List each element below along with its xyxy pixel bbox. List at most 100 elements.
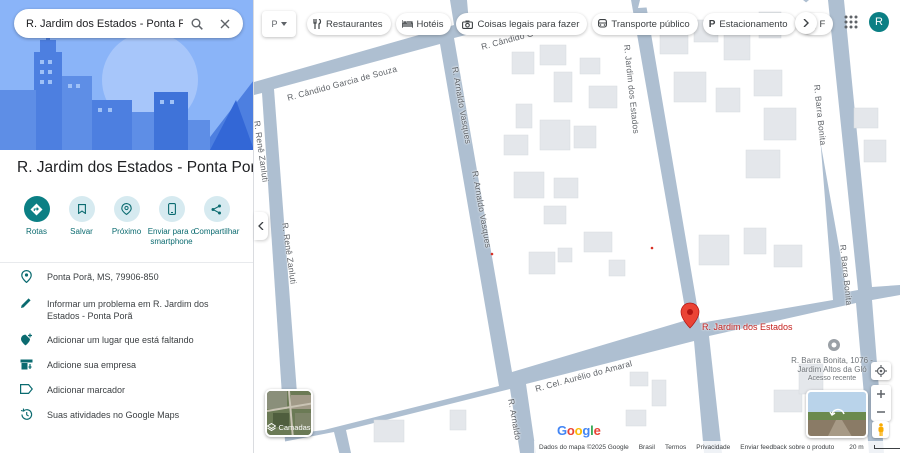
search-input[interactable]: R. Jardim dos Estados - Ponta Porã xyxy=(14,18,183,30)
google-logo-letter: o xyxy=(566,423,575,438)
caret-down-icon xyxy=(280,22,287,26)
crosshair-icon xyxy=(875,365,887,377)
address-row[interactable]: Ponta Porã, MS, 79906-850 xyxy=(0,268,253,295)
map-footer: Dados do mapa ©2025 Google Brasil Termos… xyxy=(534,441,900,453)
chip-hotels[interactable]: Hotéis xyxy=(395,13,452,35)
map-type-button[interactable]: P xyxy=(262,11,296,37)
my-location-button[interactable] xyxy=(871,362,891,380)
map-canvas[interactable]: R. Cândido Garcia de Souza R. Cândido G … xyxy=(254,0,900,453)
send-to-phone-circle xyxy=(158,196,185,222)
zoom-out-button[interactable] xyxy=(871,403,891,421)
footer-privacy-link[interactable]: Privacidade xyxy=(696,444,730,451)
add-missing-place-text: Adicionar um lugar que está faltando xyxy=(47,335,194,345)
action-label: Próximo xyxy=(111,227,142,236)
chevron-left-icon xyxy=(258,217,264,235)
chip-things-to-do[interactable]: Coisas legais para fazer xyxy=(456,13,588,35)
location-pin-icon xyxy=(18,268,34,284)
add-business-row[interactable]: Adicione sua empresa xyxy=(0,356,253,381)
share-button[interactable]: Compartilhar xyxy=(194,196,239,247)
layers-label: Camadas xyxy=(278,423,311,432)
recent-place-name: R. Barra Bonita, 1076 - Jardim Altos da … xyxy=(791,356,873,374)
chips-next-button[interactable] xyxy=(795,12,817,34)
history-icon xyxy=(18,406,34,422)
action-label: Salvar xyxy=(70,227,93,236)
nearby-button[interactable]: Próximo xyxy=(104,196,149,247)
zoom-controls xyxy=(871,385,891,421)
save-circle xyxy=(68,196,95,222)
search-button[interactable] xyxy=(183,9,211,38)
hotel-icon xyxy=(401,20,413,28)
pencil-icon xyxy=(18,295,34,311)
plus-icon xyxy=(877,390,885,398)
add-label-text: Adicionar marcador xyxy=(47,385,126,395)
apps-grid-icon xyxy=(844,15,858,29)
search-box[interactable]: R. Jardim dos Estados - Ponta Porã xyxy=(14,9,243,38)
layers-button[interactable]: Camadas xyxy=(265,389,313,437)
recent-place-sub: Acesso recente xyxy=(807,375,857,382)
share-circle xyxy=(203,196,230,222)
zoom-in-button[interactable] xyxy=(871,385,891,403)
map-type-label: P xyxy=(271,19,278,29)
action-label: Compartilhar xyxy=(193,227,240,236)
chip-restaurants[interactable]: Restaurantes xyxy=(307,13,391,35)
clear-search-button[interactable] xyxy=(211,9,239,38)
report-problem-text: Informar um problema em R. Jardim dos Es… xyxy=(47,299,209,321)
chip-label: F xyxy=(819,18,826,30)
google-logo-letter: g xyxy=(582,423,591,438)
chip-label: Restaurantes xyxy=(326,18,383,30)
phone-icon xyxy=(167,203,176,215)
pin-label[interactable]: R. Jardim dos Estados xyxy=(702,322,793,332)
add-missing-place-row[interactable]: Adicionar um lugar que está faltando xyxy=(0,331,253,356)
scale-label: 20 m xyxy=(849,443,864,451)
search-icon xyxy=(191,18,203,30)
google-logo-letter: e xyxy=(593,423,601,438)
address-text: Ponta Porã, MS, 79906-850 xyxy=(47,272,159,282)
avatar[interactable]: R xyxy=(869,12,889,32)
storefront-icon xyxy=(18,356,34,372)
report-problem-row[interactable]: Informar um problema em R. Jardim dos Es… xyxy=(0,295,253,331)
maps-activity-text: Suas atividades no Google Maps xyxy=(47,410,180,420)
street-view-preview xyxy=(808,392,866,436)
bookmark-icon xyxy=(77,204,86,214)
chip-label: Hotéis xyxy=(416,18,444,30)
chip-label: Transporte público xyxy=(611,18,690,30)
action-label: Enviar para o smartphone xyxy=(147,227,196,246)
close-icon xyxy=(220,19,230,28)
footer-terms-link[interactable]: Termos xyxy=(665,444,686,451)
layers-label-row: Camadas xyxy=(267,423,311,432)
action-label: Rotas xyxy=(26,227,47,236)
place-actions: Rotas Salvar Próximo Enviar para o smart… xyxy=(14,196,253,247)
chip-label: Estacionamento xyxy=(719,18,788,30)
pegman-icon xyxy=(878,423,883,436)
scale-bar xyxy=(873,444,900,449)
collapse-panel-button[interactable] xyxy=(254,212,268,240)
google-apps-button[interactable] xyxy=(842,13,860,31)
footer-feedback-link[interactable]: Enviar feedback sobre o produto xyxy=(740,444,834,451)
parking-icon: P xyxy=(708,18,716,30)
nearby-circle xyxy=(113,196,140,222)
divider xyxy=(0,262,253,263)
footer-country[interactable]: Brasil xyxy=(639,444,655,451)
chip-transit[interactable]: Transporte público xyxy=(592,13,698,35)
share-icon xyxy=(211,204,221,214)
place-title: R. Jardim dos Estados - Ponta Porã xyxy=(17,159,254,176)
map-data-attribution: Dados do mapa ©2025 Google xyxy=(539,443,629,451)
chip-parking[interactable]: P Estacionamento xyxy=(702,13,796,35)
save-button[interactable]: Salvar xyxy=(59,196,104,247)
street-view-thumbnail[interactable] xyxy=(806,390,868,438)
add-label-row[interactable]: Adicionar marcador xyxy=(0,381,253,406)
send-to-phone-button[interactable]: Enviar para o smartphone xyxy=(147,196,196,247)
recent-place-label[interactable]: R. Barra Bonita, 1076 - Jardim Altos da … xyxy=(784,356,880,383)
label-icon xyxy=(18,381,34,397)
layers-icon xyxy=(267,423,277,432)
add-location-icon xyxy=(18,331,34,347)
directions-button[interactable]: Rotas xyxy=(14,196,59,247)
maps-activity-row[interactable]: Suas atividades no Google Maps xyxy=(0,406,253,431)
category-chips: P Restaurantes Hotéis Coisas legais para… xyxy=(262,11,838,37)
pegman-button[interactable] xyxy=(872,421,889,438)
chip-label: Coisas legais para fazer xyxy=(477,18,580,30)
scale-control[interactable]: 20 m xyxy=(844,444,900,451)
place-panel: R. Jardim dos Estados - Ponta Porã R. Ja… xyxy=(0,0,254,453)
google-logo: Google xyxy=(557,423,601,438)
add-business-text: Adicione sua empresa xyxy=(47,360,137,370)
